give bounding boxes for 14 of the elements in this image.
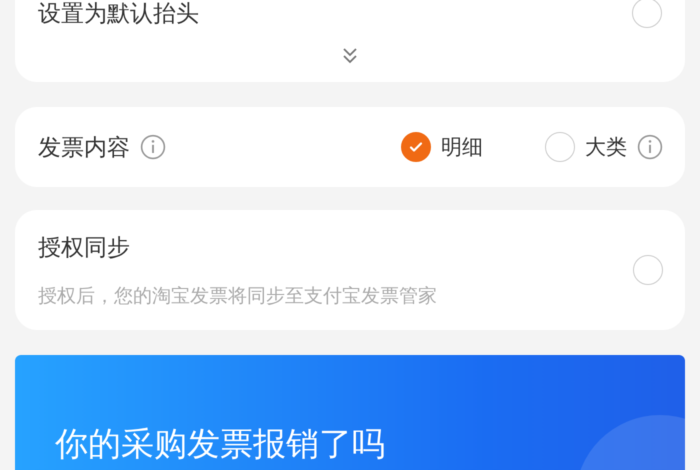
radio-button[interactable] — [633, 255, 663, 285]
radio-button[interactable] — [632, 0, 662, 28]
radio-button[interactable] — [401, 132, 431, 162]
setting-label: 设置为默认抬头 — [38, 0, 199, 28]
promo-banner[interactable]: 你的采购发票报销了吗 — [15, 355, 685, 470]
radio-button[interactable] — [545, 132, 575, 162]
auth-sync-description: 授权后，您的淘宝发票将同步至支付宝发票管家 — [38, 284, 438, 308]
auth-sync-title: 授权同步 — [38, 234, 131, 262]
info-icon[interactable] — [140, 134, 166, 160]
invoice-content-label: 发票内容 — [38, 134, 130, 162]
banner-title: 你的采购发票报销了吗 — [55, 424, 385, 464]
option-label: 大类 — [585, 134, 627, 161]
option-label: 明细 — [441, 134, 483, 161]
info-icon[interactable] — [637, 134, 663, 160]
